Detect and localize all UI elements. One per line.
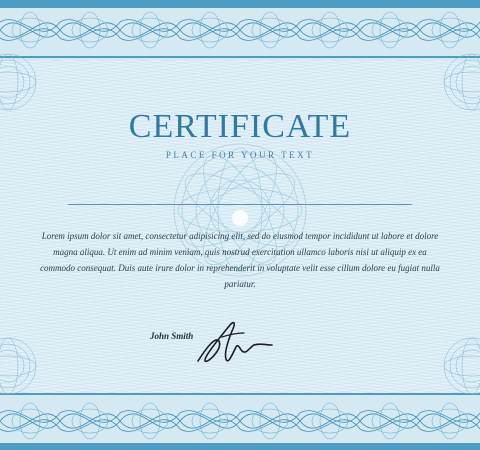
guilloche-border-top-icon — [0, 0, 480, 60]
certificate: CERTIFICATE PLACE FOR YOUR TEXT Lorem ip… — [0, 0, 480, 450]
corner-rosette-bottom-left-icon — [0, 337, 37, 395]
certificate-subtitle: PLACE FOR YOUR TEXT — [165, 150, 315, 160]
certificate-title: CERTIFICATE — [128, 108, 352, 145]
handwritten-signature-icon — [197, 321, 273, 363]
corner-rosette-top-left-icon — [0, 53, 37, 111]
recipient-name-line — [68, 204, 412, 205]
signer-name: John Smith — [150, 331, 194, 341]
corner-rosette-top-right-icon — [443, 53, 480, 111]
certificate-body-text: Lorem ipsum dolor sit amet, consectetur … — [40, 231, 440, 289]
guilloche-border-bottom-icon — [0, 393, 480, 450]
corner-rosette-bottom-right-icon — [443, 337, 480, 395]
